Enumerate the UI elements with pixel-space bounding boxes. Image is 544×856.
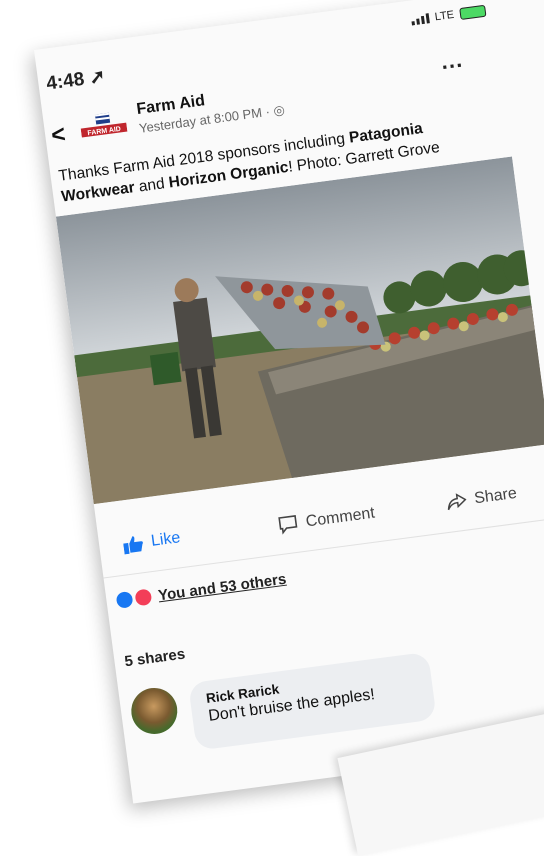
reactions-count[interactable]: You and 53 others (157, 570, 287, 604)
farm-aid-logo[interactable]: FARM AID (79, 109, 129, 145)
like-button[interactable]: Like (122, 529, 181, 555)
comment-button[interactable]: Comment (277, 504, 376, 536)
comment-bubble[interactable]: Rick Rarick Don't bruise the apples! (187, 651, 437, 751)
comment-item: Rick Rarick Don't bruise the apples! (128, 651, 437, 759)
location-arrow-icon: ➚ (88, 66, 107, 89)
thumbs-up-icon (123, 536, 143, 555)
avatar[interactable] (128, 685, 181, 737)
like-reaction-icon (115, 590, 134, 609)
globe-icon: ◎ (272, 101, 286, 119)
share-arrow-icon (447, 493, 467, 511)
status-time: 4:48 ➚ (45, 66, 107, 95)
love-reaction-icon (133, 587, 154, 608)
reactions-summary[interactable]: You and 53 others (115, 570, 287, 610)
more-options-icon[interactable]: ··· (440, 52, 465, 81)
back-arrow-icon[interactable]: < (50, 121, 68, 151)
status-bar-right: LTE (410, 4, 487, 27)
comment-bubble-icon (278, 515, 298, 535)
network-label: LTE (434, 8, 455, 24)
battery-icon (459, 4, 487, 21)
share-button[interactable]: Share (445, 485, 518, 512)
phone-screen: 4:48 ➚ LTE < FARM AID Farm Aid Yesterday… (34, 0, 544, 804)
signal-icon (410, 13, 430, 26)
shares-count[interactable]: 5 shares (124, 646, 187, 671)
post-photo[interactable] (55, 156, 544, 505)
